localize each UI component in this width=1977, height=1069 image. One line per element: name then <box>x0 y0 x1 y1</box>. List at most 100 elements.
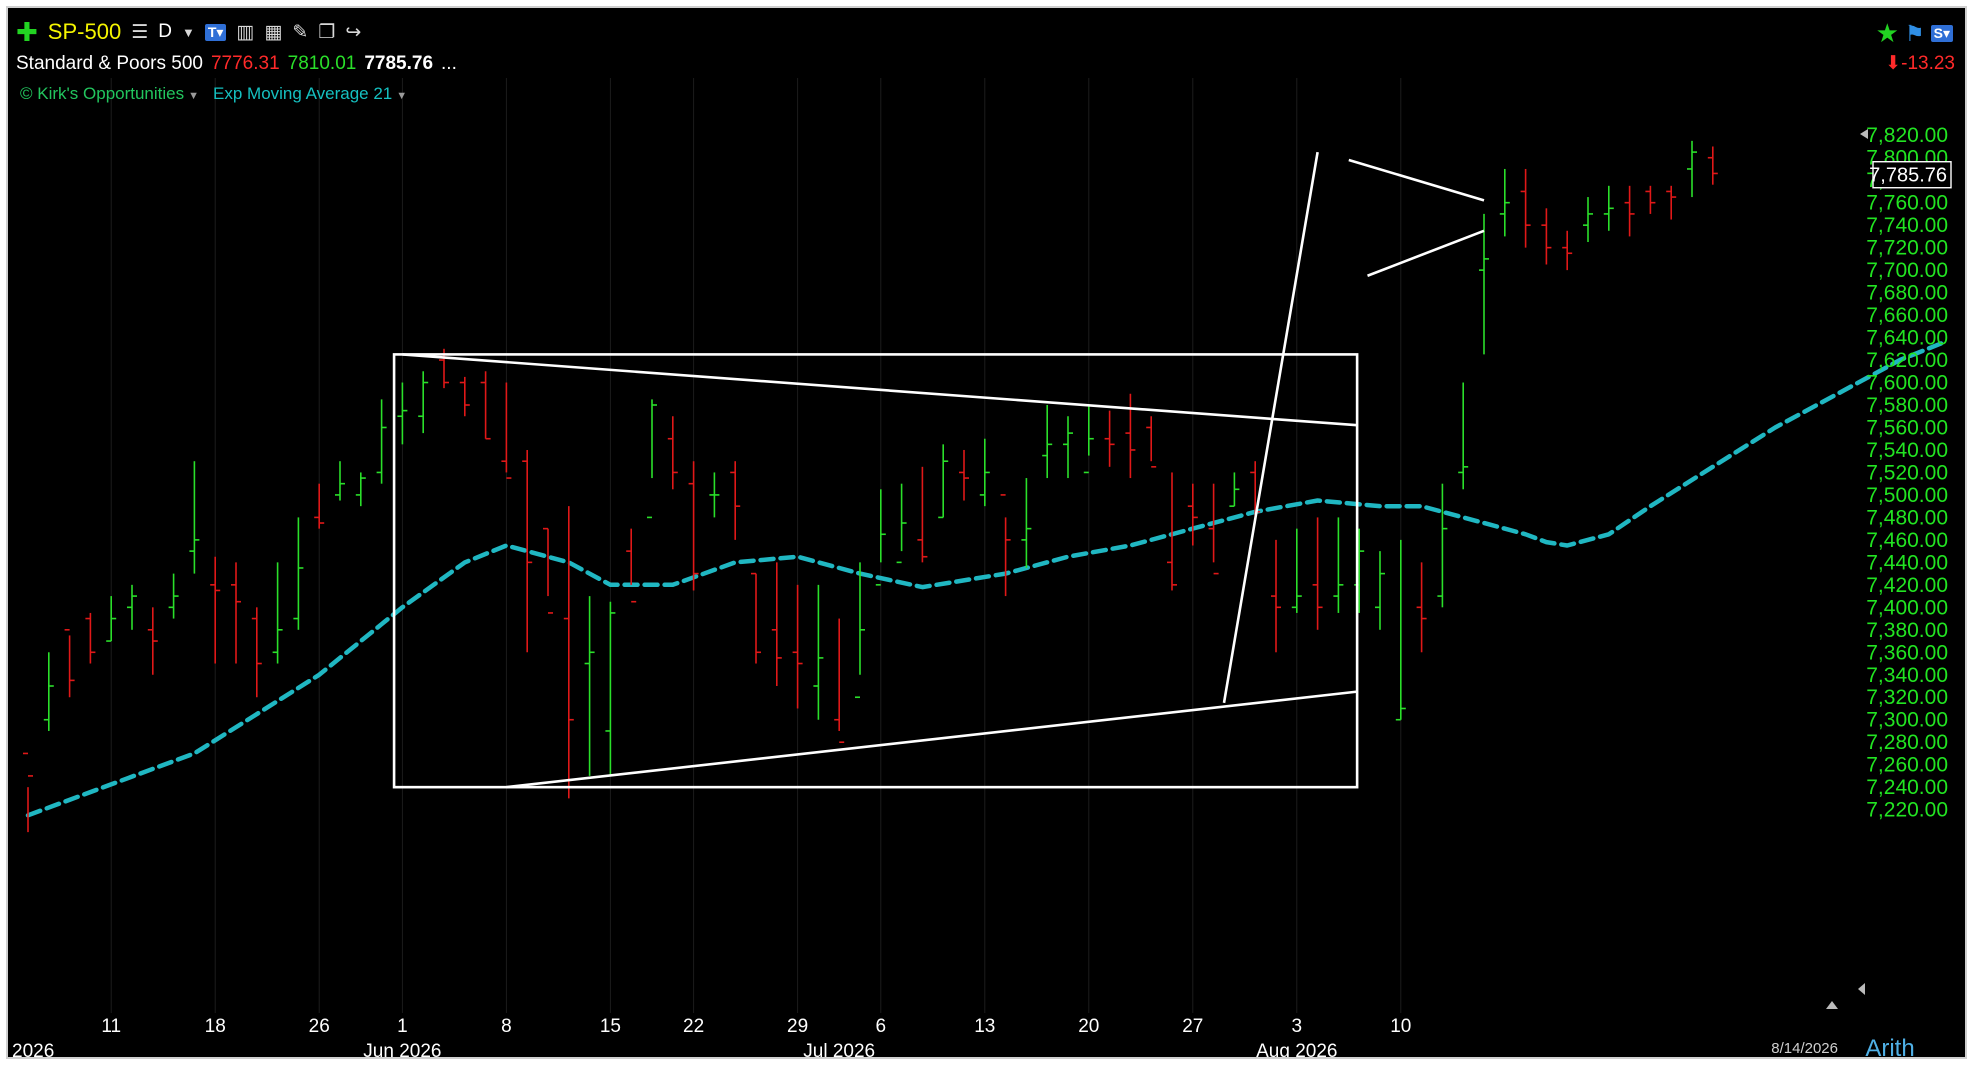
last-value: 7785.76 <box>364 53 434 74</box>
x-tick-label: 6 <box>876 1016 887 1037</box>
y-tick-label: 7,320.00 <box>1866 686 1948 709</box>
y-tick-label: 7,700.00 <box>1866 259 1948 282</box>
ohlc-bar <box>1271 539 1281 653</box>
ohlc-bar <box>1624 185 1635 237</box>
chevron-down-icon[interactable]: ▼ <box>188 90 199 102</box>
ohlc-bar <box>626 528 637 603</box>
symbol-label[interactable]: SP-500 <box>48 19 121 45</box>
month-label: Jul 2026 <box>803 1041 875 1057</box>
flag-icon[interactable]: ⚑ <box>1905 21 1925 47</box>
ohlc-bar <box>480 371 491 440</box>
x-tick-label: 26 <box>309 1016 330 1037</box>
ohlc-bar <box>667 416 678 490</box>
price-chart[interactable]: 7,220.007,240.007,260.007,280.007,300.00… <box>8 8 1965 1057</box>
ohlc-bar <box>1479 213 1489 355</box>
ohlc-bar <box>1208 483 1219 575</box>
ohlc-bar <box>1375 551 1385 630</box>
ohlc-bar <box>23 752 33 833</box>
quote-line: Standard & Poors 500 7776.31 7810.01 778… <box>16 52 457 76</box>
ohlc-bar <box>1687 140 1697 198</box>
ohlc-bar <box>1499 168 1510 237</box>
dropdown-icon[interactable]: ▼ <box>182 25 195 40</box>
ohlc-bar <box>1395 539 1406 721</box>
x-tick-label: 22 <box>683 1016 704 1037</box>
ohlc-bar <box>730 461 741 540</box>
ohlc-bar <box>1437 483 1448 608</box>
indicator-kirks-label: Kirk's Opportunities <box>37 84 185 103</box>
share-arrow-icon[interactable]: ↪ <box>345 21 361 44</box>
y-tick-label: 7,740.00 <box>1866 214 1948 237</box>
ohlc-bar <box>127 584 137 630</box>
toolbar-row: ✚ SP-500 ☰ D ▼ T▾ ▥ ▦ ✎ ❐ ↪ <box>16 18 361 46</box>
ohlc-bar <box>85 612 96 664</box>
ohlc-bar <box>959 449 969 501</box>
bars-icon[interactable]: ▥ <box>236 21 254 44</box>
y-tick-label: 7,520.00 <box>1866 461 1948 484</box>
low-value: 7776.31 <box>210 53 280 74</box>
plus-icon[interactable]: ✚ <box>16 19 38 45</box>
ohlc-bar <box>1520 168 1531 248</box>
ohlc-bar <box>938 444 949 519</box>
high-value: 7810.01 <box>287 53 357 74</box>
x-tick-label: 20 <box>1078 1016 1099 1037</box>
footer-date: 8/14/2026 <box>1771 1040 1838 1057</box>
ohlc-bar <box>1707 146 1718 185</box>
ohlc-bar <box>1645 185 1656 214</box>
y-tick-label: 7,260.00 <box>1866 754 1948 777</box>
y-tick-label: 7,460.00 <box>1866 529 1948 552</box>
ohlc-bar <box>1063 416 1073 479</box>
ohlc-bar <box>231 562 241 664</box>
ohlc-bar <box>335 461 345 501</box>
y-tick-label: 7,300.00 <box>1866 709 1948 732</box>
y-tick-label: 7,380.00 <box>1866 619 1948 642</box>
indicator-kirks[interactable]: © Kirk's Opportunities ▼ <box>20 84 199 104</box>
pennant-bottom-line <box>1367 229 1485 277</box>
star-icon[interactable]: ★ <box>1876 18 1899 49</box>
ohlc-bar <box>855 562 865 699</box>
y-tick-label: 7,440.00 <box>1866 551 1948 574</box>
last-price-label: 7,785.76 <box>1869 165 1947 187</box>
y-tick-label: 7,340.00 <box>1866 664 1948 687</box>
pencil-icon[interactable]: ✎ <box>292 21 308 44</box>
x-tick-label: 10 <box>1390 1016 1411 1037</box>
y-tick-label: 7,560.00 <box>1866 416 1948 439</box>
consolidation-rectangle <box>392 353 1359 789</box>
y-tick-label: 7,500.00 <box>1866 484 1948 507</box>
ohlc-bar <box>1021 478 1032 568</box>
ohlc-bar <box>272 562 283 664</box>
x-tick-label: 27 <box>1182 1016 1203 1037</box>
y-tick-label: 7,600.00 <box>1866 372 1948 395</box>
breakout-line <box>1222 151 1319 704</box>
y-tick-label: 7,480.00 <box>1866 506 1948 529</box>
instrument-name: Standard & Poors 500 <box>16 53 203 74</box>
list-icon[interactable]: ☰ <box>131 21 148 44</box>
collapse-up-icon <box>1826 1001 1838 1009</box>
chart-window: 7,220.00 7,240.00 7,260.00 7,280.00 7,300.00… <box>6 6 1967 1059</box>
ohlc-bar <box>418 371 429 434</box>
ohlc-bar <box>1458 382 1469 490</box>
ohlc-bar <box>1312 517 1323 630</box>
ohlc-bar <box>168 573 179 619</box>
ohlc-bar <box>210 556 221 664</box>
down-arrow-icon: ⬇ <box>1885 53 1902 74</box>
scroll-left-icon <box>1858 983 1865 995</box>
y-tick-label: 7,720.00 <box>1866 237 1948 260</box>
indicator-ema[interactable]: Exp Moving Average 21 ▼ <box>213 84 407 104</box>
grid-calc-icon[interactable]: ▦ <box>264 21 282 44</box>
scale-label[interactable]: Arith <box>1865 1035 1914 1057</box>
chevron-down-icon[interactable]: ▼ <box>396 90 407 102</box>
y-tick-label: 7,240.00 <box>1866 776 1948 799</box>
pennant-top-line <box>1348 158 1485 202</box>
ohlc-bar <box>584 596 595 776</box>
ohlc-bar <box>355 472 366 507</box>
s-menu-icon[interactable]: S▾ <box>1930 25 1953 42</box>
period-label[interactable]: D <box>158 21 172 43</box>
ohlc-bar <box>1666 185 1677 220</box>
ohlc-bar <box>1125 393 1136 479</box>
stack-icon[interactable]: ❐ <box>318 21 335 44</box>
tv-icon[interactable]: T▾ <box>204 23 227 41</box>
ohlc-bar <box>1333 517 1344 613</box>
x-tick-label: 13 <box>974 1016 995 1037</box>
ohlc-bar <box>106 596 117 642</box>
more-text[interactable]: ... <box>441 53 457 75</box>
